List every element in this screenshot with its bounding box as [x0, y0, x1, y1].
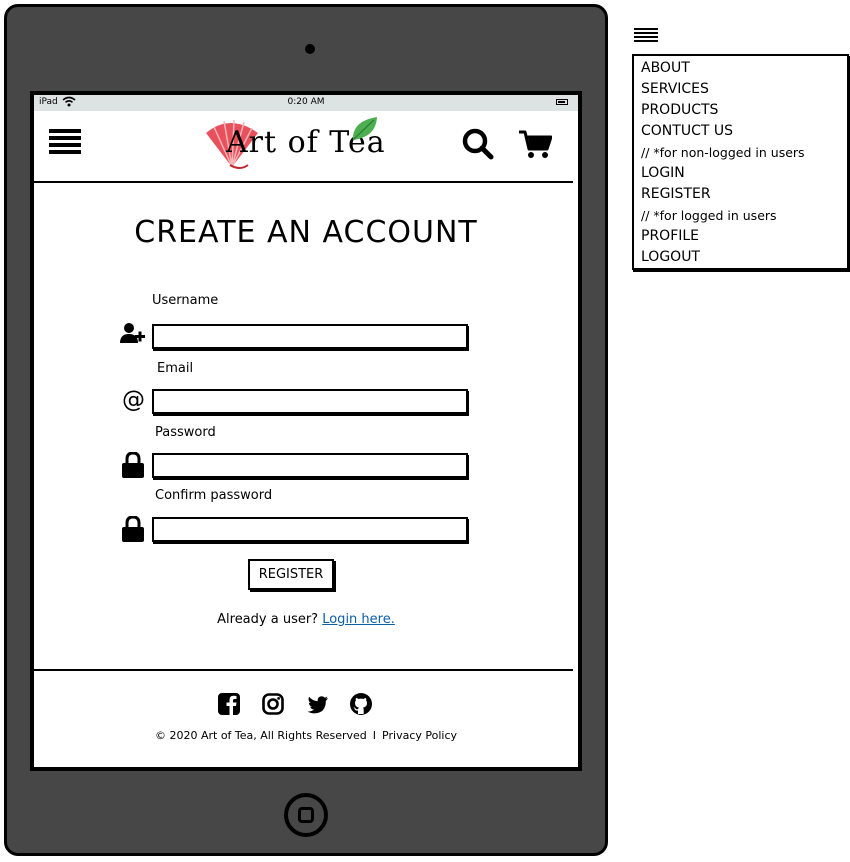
email-label: Email: [157, 361, 194, 376]
instagram-icon[interactable]: [262, 693, 284, 715]
menu-item-login[interactable]: LOGIN: [634, 163, 847, 184]
add-user-icon: [120, 323, 145, 343]
status-time: 0:20 AM: [287, 97, 325, 107]
at-sign-icon: @: [122, 387, 145, 413]
footer-text: © 2020 Art of Tea, All Rights Reserved I P…: [34, 729, 578, 742]
email-input[interactable]: [152, 389, 468, 414]
twitter-icon[interactable]: [307, 695, 329, 715]
login-prompt: Already a user? Login here.: [34, 612, 578, 627]
dropdown-menu: ABOUT SERVICES PRODUCTS CONTUCT US // *f…: [632, 54, 849, 270]
menu-item-profile[interactable]: PROFILE: [634, 226, 847, 247]
menu-item-contact-us[interactable]: CONTUCT US: [634, 121, 847, 142]
register-button[interactable]: REGISTER: [248, 559, 334, 590]
camera-dot: [305, 44, 315, 54]
tablet-screen: iPad 0:20 AM Art of Tea CREATE AN ACCOUN…: [30, 91, 582, 771]
menu-item-logout[interactable]: LOGOUT: [634, 247, 847, 268]
menu-item-about[interactable]: ABOUT: [634, 58, 847, 79]
confirm-password-label: Confirm password: [155, 488, 273, 503]
tablet-frame: iPad 0:20 AM Art of Tea CREATE AN ACCOUN…: [4, 4, 608, 856]
menu-item-register[interactable]: REGISTER: [634, 184, 847, 205]
status-bar: iPad 0:20 AM: [34, 95, 578, 111]
menu-comment-logged: // *for logged in users: [641, 208, 777, 223]
confirm-password-input[interactable]: [152, 517, 468, 542]
username-input[interactable]: [152, 324, 468, 349]
lock-icon: [122, 516, 144, 542]
home-button[interactable]: [284, 793, 328, 837]
password-label: Password: [155, 425, 216, 440]
username-label: Username: [152, 293, 219, 308]
login-link[interactable]: Login here.: [322, 612, 395, 627]
facebook-icon[interactable]: [218, 693, 240, 715]
menu-item-services[interactable]: SERVICES: [634, 79, 847, 100]
menu-icon[interactable]: [634, 28, 658, 46]
lock-icon: [122, 452, 144, 478]
cart-icon[interactable]: [518, 129, 552, 159]
footer-divider: [34, 669, 573, 671]
copyright-text: © 2020 Art of Tea, All Rights Reserved: [154, 729, 367, 742]
header-divider: [34, 181, 573, 183]
login-prompt-text: Already a user?: [217, 612, 323, 627]
password-input[interactable]: [152, 453, 468, 478]
hamburger-menu-icon[interactable]: [49, 129, 81, 155]
battery-icon: [556, 99, 568, 105]
leaf-logo-icon: [352, 117, 377, 141]
menu-comment-non-logged: // *for non-logged in users: [641, 145, 805, 160]
footer-separator: I: [372, 729, 377, 742]
github-icon[interactable]: [350, 693, 372, 715]
menu-item-products[interactable]: PRODUCTS: [634, 100, 847, 121]
page-title: CREATE AN ACCOUNT: [134, 215, 478, 250]
logo[interactable]: Art of Tea: [202, 115, 385, 173]
search-icon[interactable]: [462, 128, 494, 160]
privacy-policy-link[interactable]: Privacy Policy: [382, 729, 457, 742]
